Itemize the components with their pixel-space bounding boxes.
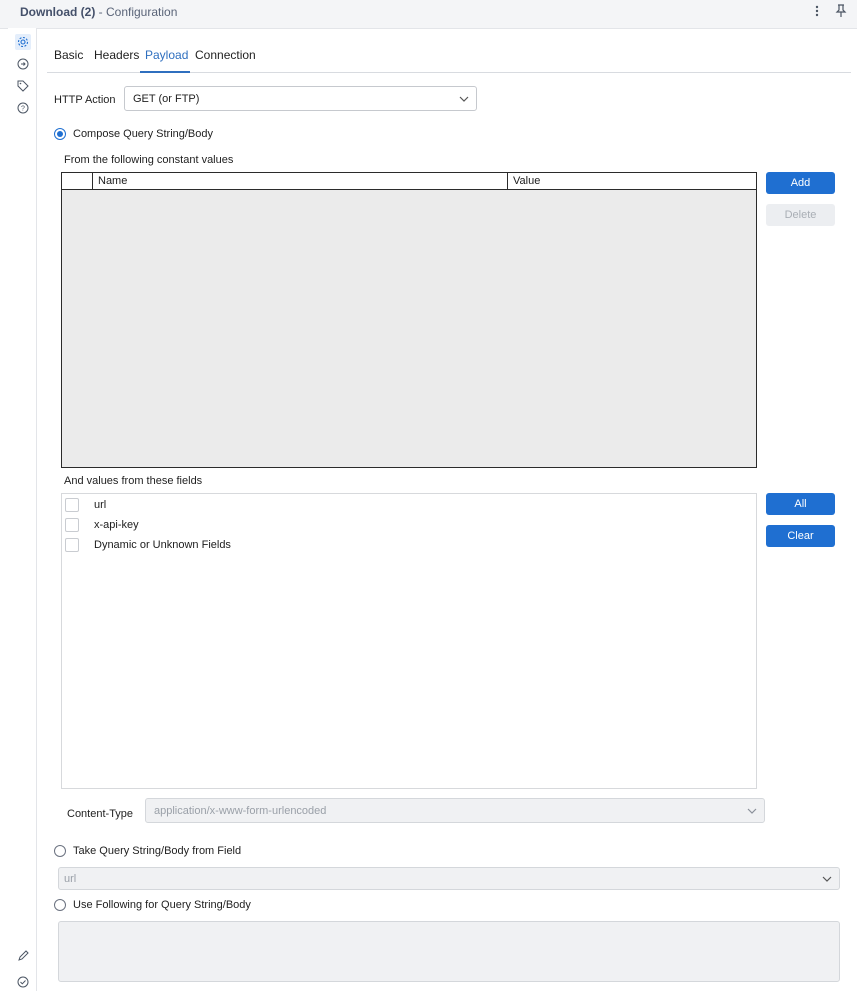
pencil-icon[interactable] bbox=[15, 948, 31, 964]
content-type-value: application/x-www-form-urlencoded bbox=[154, 805, 327, 817]
take-from-field-select[interactable]: url bbox=[58, 867, 840, 890]
tab-connection[interactable]: Connection bbox=[195, 48, 256, 62]
left-rail: ? bbox=[8, 28, 37, 991]
field-row-url[interactable]: url bbox=[65, 497, 106, 513]
grid-header: Name Value bbox=[62, 173, 756, 190]
clear-button[interactable]: Clear bbox=[766, 525, 835, 547]
add-button[interactable]: Add bbox=[766, 172, 835, 194]
field-label: Dynamic or Unknown Fields bbox=[94, 539, 231, 551]
radio-dot bbox=[57, 131, 63, 137]
constants-label: From the following constant values bbox=[64, 154, 234, 166]
active-tab-indicator bbox=[140, 71, 190, 73]
field-label: x-api-key bbox=[94, 519, 139, 531]
use-following-label: Use Following for Query String/Body bbox=[73, 899, 251, 911]
grid-row-header-cell bbox=[62, 173, 93, 189]
all-button[interactable]: All bbox=[766, 493, 835, 515]
take-from-field-radio[interactable] bbox=[54, 845, 66, 857]
grid-column-name[interactable]: Name bbox=[93, 173, 508, 189]
field-checkbox[interactable] bbox=[65, 538, 79, 552]
more-vertical-icon[interactable] bbox=[809, 3, 825, 19]
gear-icon[interactable] bbox=[15, 34, 31, 50]
http-action-value: GET (or FTP) bbox=[133, 93, 200, 105]
grid-column-value[interactable]: Value bbox=[508, 173, 756, 189]
content-type-select[interactable]: application/x-www-form-urlencoded bbox=[145, 798, 765, 823]
content-type-label: Content-Type bbox=[67, 808, 134, 820]
chevron-down-icon bbox=[822, 873, 832, 885]
fields-label: And values from these fields bbox=[64, 475, 203, 487]
tab-payload[interactable]: Payload bbox=[145, 48, 188, 62]
field-checkbox[interactable] bbox=[65, 498, 79, 512]
take-from-field-value: url bbox=[64, 873, 77, 885]
tab-headers[interactable]: Headers bbox=[94, 48, 139, 62]
compose-label: Compose Query String/Body bbox=[73, 128, 214, 140]
connection-icon[interactable] bbox=[15, 56, 31, 72]
svg-text:?: ? bbox=[21, 106, 25, 113]
field-checkbox[interactable] bbox=[65, 518, 79, 532]
http-action-select[interactable]: GET (or FTP) bbox=[124, 86, 477, 111]
field-row-dynamic[interactable]: Dynamic or Unknown Fields bbox=[65, 537, 231, 553]
field-label: url bbox=[94, 499, 107, 511]
take-from-field-label: Take Query String/Body from Field bbox=[73, 845, 242, 857]
fields-list: url x-api-key Dynamic or Unknown Fields bbox=[61, 493, 757, 789]
compose-radio[interactable] bbox=[54, 128, 66, 140]
tab-basic[interactable]: Basic bbox=[54, 48, 83, 62]
help-icon[interactable]: ? bbox=[15, 100, 31, 116]
use-following-radio[interactable] bbox=[54, 899, 66, 911]
check-circle-icon[interactable] bbox=[15, 974, 31, 990]
window-title-text: Download (2) bbox=[20, 5, 96, 19]
chevron-down-icon bbox=[747, 805, 757, 817]
pin-icon[interactable] bbox=[833, 3, 849, 19]
tag-icon[interactable] bbox=[15, 78, 31, 94]
chevron-down-icon bbox=[459, 93, 469, 105]
http-action-label: HTTP Action bbox=[54, 94, 116, 106]
title-bar: Download (2) - Configuration bbox=[0, 0, 857, 29]
field-row-x-api-key[interactable]: x-api-key bbox=[65, 517, 139, 533]
window-title: Download (2) - Configuration bbox=[20, 5, 177, 19]
delete-button[interactable]: Delete bbox=[766, 204, 835, 226]
constants-grid[interactable]: Name Value bbox=[61, 172, 757, 468]
use-following-textarea[interactable] bbox=[58, 921, 840, 982]
window-subtitle: - Configuration bbox=[95, 5, 178, 19]
